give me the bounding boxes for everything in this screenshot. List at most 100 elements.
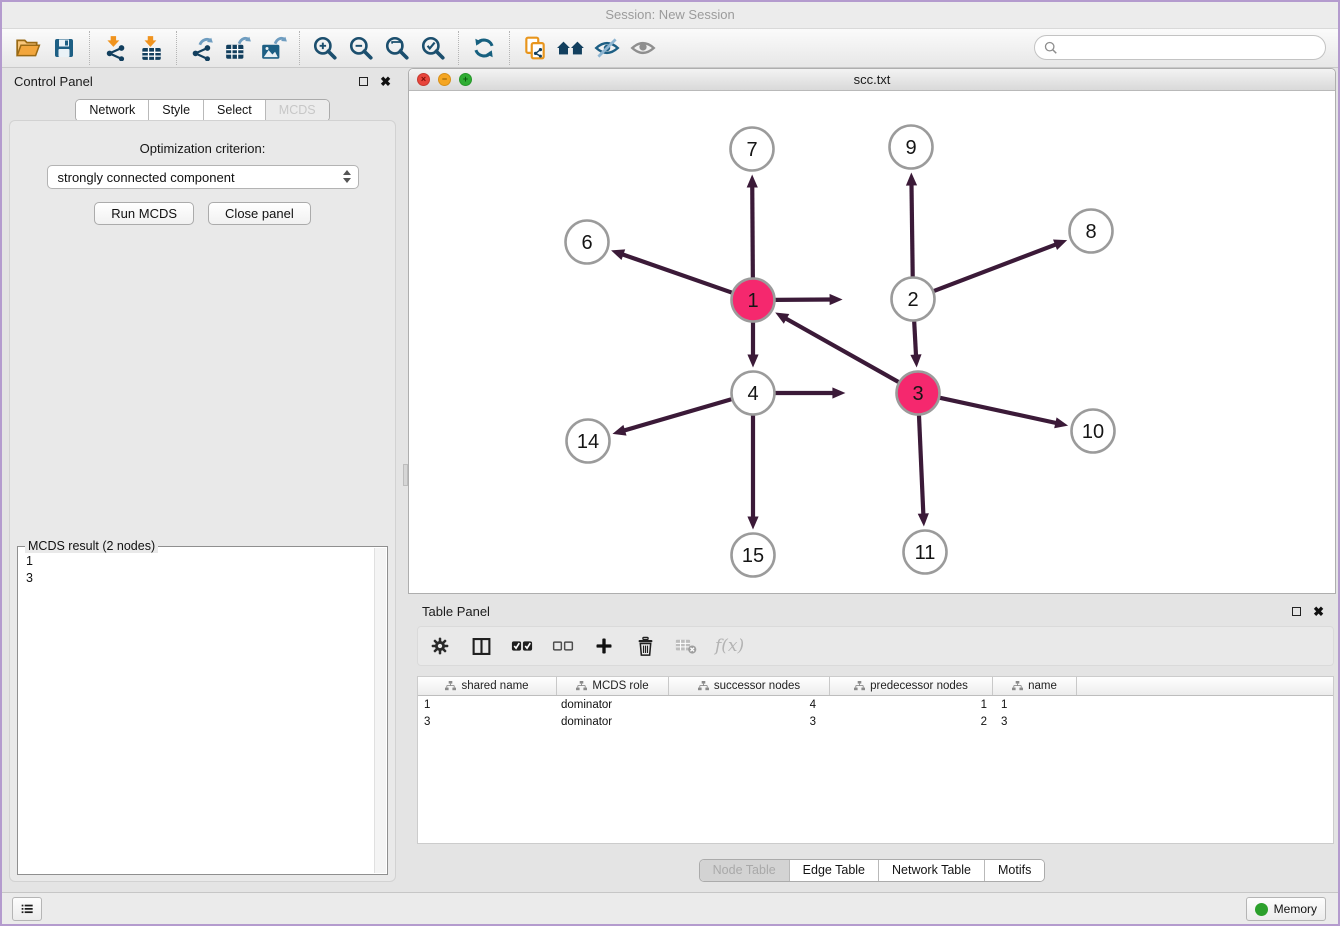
zoom-selected-icon <box>420 35 446 61</box>
network-window-title: scc.txt <box>409 72 1335 87</box>
tab-network[interactable]: Network <box>76 100 148 121</box>
show-columns-button[interactable] <box>469 634 493 658</box>
zoom-out-button[interactable] <box>343 31 379 65</box>
mcds-result-text[interactable]: 13 <box>18 550 373 874</box>
tab-motifs[interactable]: Motifs <box>984 860 1044 881</box>
network-overview-button[interactable] <box>553 31 589 65</box>
optimization-dropdown-value: strongly connected component <box>58 170 235 185</box>
application-window: Session: New Session <box>0 0 1340 926</box>
node-label: 8 <box>1085 221 1096 243</box>
import-table-button[interactable] <box>133 31 169 65</box>
task-history-button[interactable] <box>12 897 42 921</box>
table-body: 1dominator4113dominator323 <box>418 696 1333 730</box>
export-image-button[interactable] <box>256 31 292 65</box>
attribute-icon <box>1012 681 1023 691</box>
function-builder-button[interactable]: f(x) <box>715 636 744 656</box>
graph-edge-3-1[interactable] <box>785 318 899 382</box>
node-table: shared name MCDS role successor nodesprede… <box>417 676 1334 844</box>
toolbar-separator <box>458 31 459 65</box>
table-panel-title: Table Panel <box>422 604 490 619</box>
table-cell: 3 <box>418 716 557 728</box>
delete-table-icon <box>675 637 698 655</box>
node-label: 4 <box>747 383 758 405</box>
tab-mcds[interactable]: MCDS <box>265 100 329 121</box>
table-settings-button[interactable] <box>428 634 452 658</box>
zoom-fit-button[interactable] <box>379 31 415 65</box>
tab-select[interactable]: Select <box>203 100 265 121</box>
hide-selected-icon <box>593 35 621 61</box>
app-titlebar: Session: New Session <box>2 2 1338 28</box>
edge-arrowhead <box>747 174 758 187</box>
graph-edge-2-3[interactable] <box>914 321 916 356</box>
show-all-icon <box>629 35 657 61</box>
control-panel-title: Control Panel <box>14 74 93 89</box>
column-header-predecessor-nodes[interactable]: predecessor nodes <box>830 677 993 695</box>
column-header-successor-nodes[interactable]: successor nodes <box>669 677 830 695</box>
columns-icon <box>471 636 492 657</box>
status-bar: Memory <box>2 892 1338 924</box>
export-table-button[interactable] <box>220 31 256 65</box>
graph-edge-1-6[interactable] <box>621 254 731 293</box>
open-session-button[interactable] <box>10 31 46 65</box>
scrollbar-track[interactable] <box>374 548 386 873</box>
graph-edge-1-7[interactable] <box>752 185 753 277</box>
column-header-shared-name[interactable]: shared name <box>418 677 557 695</box>
delete-table-button[interactable] <box>674 634 698 658</box>
close-panel-button[interactable]: Close panel <box>208 202 311 225</box>
tab-node-table[interactable]: Node Table <box>700 860 789 881</box>
table-panel: Table Panel ✖ <box>408 598 1336 892</box>
edge-arrowhead <box>612 425 626 436</box>
table-panel-header: Table Panel ✖ <box>408 598 1336 624</box>
table-cell: 1 <box>993 699 1077 711</box>
graph-edge-2-9[interactable] <box>911 183 912 276</box>
add-column-button[interactable] <box>592 634 616 658</box>
zoom-in-icon <box>312 35 338 61</box>
tab-style[interactable]: Style <box>148 100 203 121</box>
optimization-dropdown[interactable]: strongly connected component <box>47 165 359 189</box>
graph-edge-3-11[interactable] <box>919 415 923 515</box>
zoom-selected-button[interactable] <box>415 31 451 65</box>
graph-edge-4-14[interactable] <box>623 399 731 431</box>
copy-network-button[interactable] <box>517 31 553 65</box>
graph-edge-2-8[interactable] <box>934 244 1057 291</box>
control-panel-header: Control Panel ✖ <box>2 68 403 94</box>
export-image-icon <box>260 35 288 61</box>
run-mcds-button[interactable]: Run MCDS <box>94 202 194 225</box>
search-input[interactable] <box>1063 41 1316 55</box>
table-header-row: shared name MCDS role successor nodesprede… <box>418 677 1333 696</box>
close-panel-icon[interactable]: ✖ <box>1313 605 1324 618</box>
toolbar-separator <box>176 31 177 65</box>
export-network-icon <box>189 35 215 61</box>
edge-arrowhead <box>1053 240 1067 250</box>
close-panel-icon[interactable]: ✖ <box>380 75 391 88</box>
table-cell: 2 <box>830 716 993 728</box>
float-panel-icon[interactable] <box>1292 607 1301 616</box>
column-header-name[interactable]: name <box>993 677 1077 695</box>
select-all-button[interactable] <box>510 634 534 658</box>
edge-arrowhead <box>918 513 929 526</box>
hide-selected-button[interactable] <box>589 31 625 65</box>
show-all-button[interactable] <box>625 31 661 65</box>
table-cell: 1 <box>418 699 557 711</box>
tab-edge-table[interactable]: Edge Table <box>789 860 878 881</box>
zoom-in-button[interactable] <box>307 31 343 65</box>
deselect-all-button[interactable] <box>551 634 575 658</box>
edge-arrowhead <box>832 387 845 398</box>
tab-network-table[interactable]: Network Table <box>878 860 984 881</box>
table-row[interactable]: 1dominator411 <box>418 696 1333 713</box>
save-session-button[interactable] <box>46 31 82 65</box>
import-network-button[interactable] <box>97 31 133 65</box>
apply-layout-button[interactable] <box>466 31 502 65</box>
plus-icon <box>594 636 614 656</box>
memory-button[interactable]: Memory <box>1246 897 1326 921</box>
result-line: 1 <box>26 553 365 570</box>
table-row[interactable]: 3dominator323 <box>418 713 1333 730</box>
column-label: MCDS role <box>592 680 648 692</box>
node-label: 2 <box>907 289 918 311</box>
delete-column-button[interactable] <box>633 634 657 658</box>
network-canvas[interactable]: 7968124314101511 <box>409 91 1335 593</box>
column-header-MCDS-role[interactable]: MCDS role <box>557 677 669 695</box>
graph-edge-3-10[interactable] <box>940 398 1057 423</box>
float-panel-icon[interactable] <box>359 77 368 86</box>
export-network-button[interactable] <box>184 31 220 65</box>
